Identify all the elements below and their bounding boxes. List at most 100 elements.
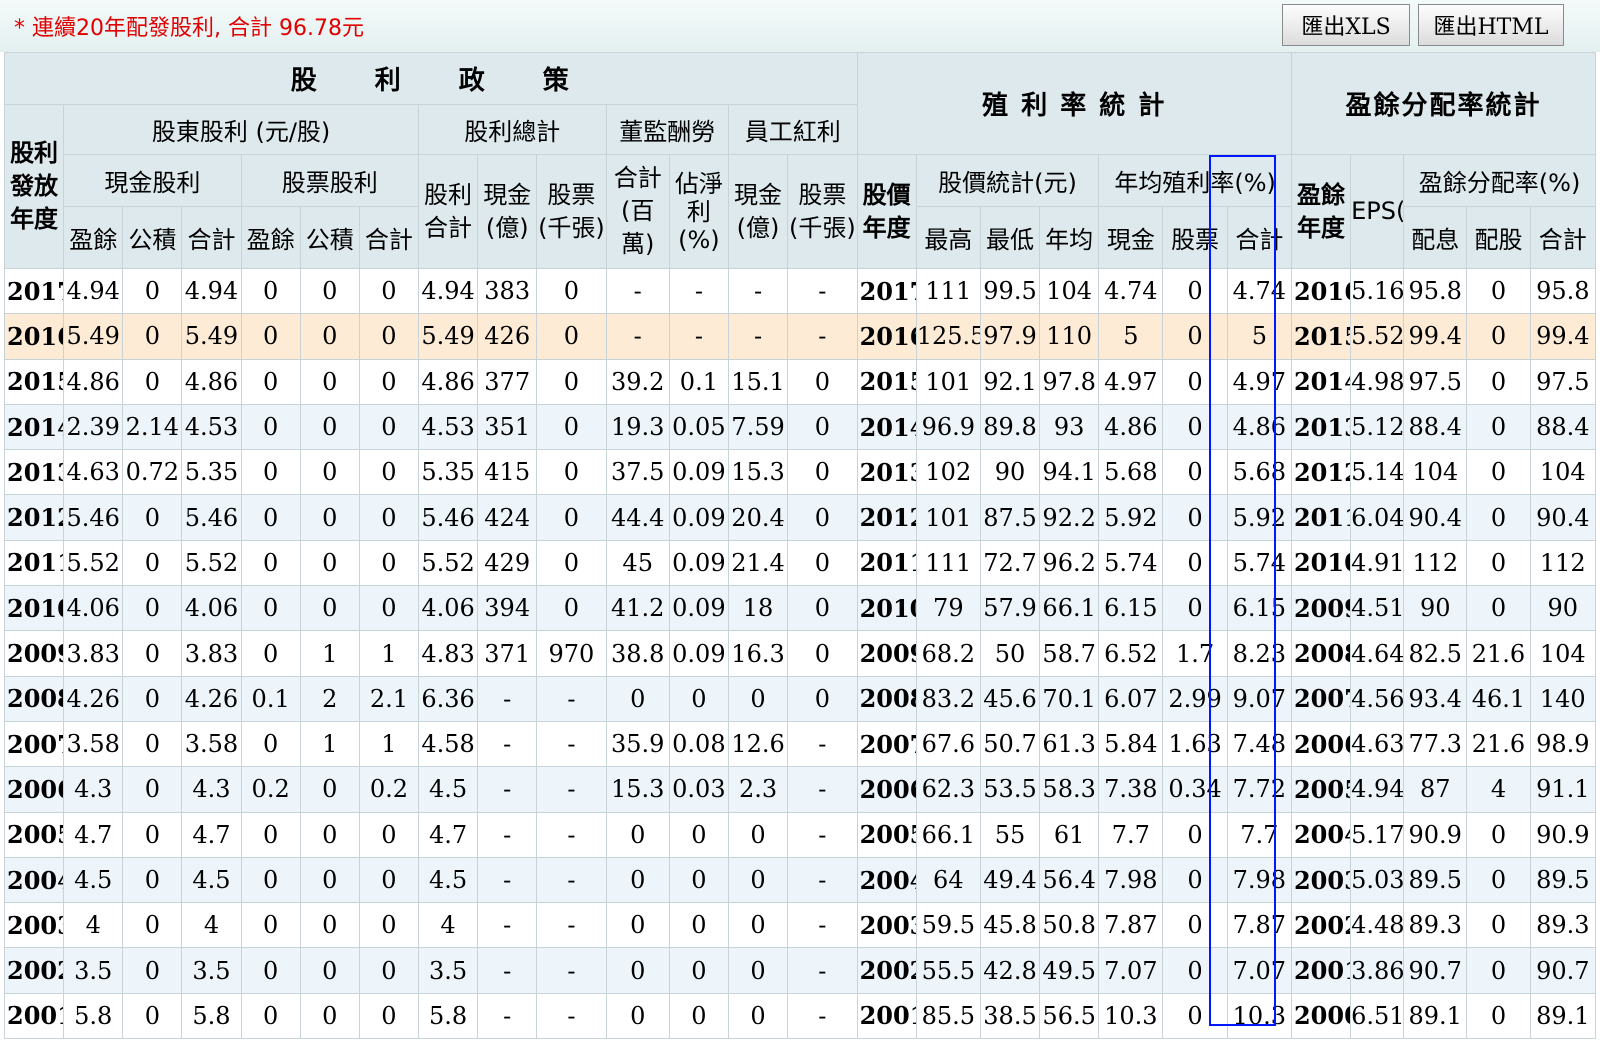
table-cell: 0 (240, 539, 301, 587)
table-cell: 4.51 (1350, 585, 1405, 632)
table-cell: 7.38 (1098, 766, 1164, 813)
table-cell: 4.53 (181, 403, 242, 451)
table-cell: 101 (915, 494, 981, 541)
table-cell: 7.87 (1098, 902, 1164, 949)
table-cell: - (668, 313, 729, 360)
table-cell: 0 (1466, 539, 1531, 587)
table-cell: 2017 (856, 267, 917, 315)
table-cell: 0 (122, 902, 183, 949)
table-row[interactable]: 20044.504.50004.5--000-20046449.456.47.9… (3, 856, 1597, 904)
table-cell: 5.35 (181, 449, 242, 496)
stock-earnings-header: 盈餘 (240, 206, 301, 269)
table-cell: 89.3 (1529, 902, 1597, 949)
table-cell: 0 (1466, 403, 1531, 451)
pct-net-income-header: 佔淨利(%) (668, 154, 729, 269)
table-cell: 2003 (3, 902, 65, 949)
table-row[interactable]: 20015.805.80005.8--000-200185.538.556.51… (3, 992, 1597, 1040)
export-xls-button[interactable]: 匯出XLS (1282, 4, 1410, 46)
table-row[interactable]: 20142.392.144.530004.53351019.30.057.590… (3, 403, 1597, 451)
table-cell: 5.8 (63, 992, 124, 1040)
table-cell: 0 (1466, 992, 1531, 1040)
table-cell: 0.08 (668, 720, 729, 768)
table-cell: 3.5 (63, 947, 124, 994)
table-cell: 5.92 (1226, 494, 1292, 541)
table-row[interactable]: 20165.4905.490005.494260----2016125.597.… (3, 313, 1597, 360)
table-row[interactable]: 20125.4605.460005.46424044.40.0920.40201… (3, 494, 1597, 541)
table-cell: 1.63 (1162, 720, 1228, 768)
table-cell: 5 (1098, 313, 1164, 360)
table-cell: 90.9 (1403, 811, 1468, 858)
table-cell: 2004 (3, 856, 65, 904)
table-cell: 5.92 (1098, 494, 1164, 541)
table-cell: 5.74 (1098, 539, 1164, 587)
table-row[interactable]: 20084.2604.260.122.16.36--0000200883.245… (3, 675, 1597, 722)
table-cell: 2015 (1290, 313, 1352, 360)
table-cell: 0.2 (240, 766, 301, 813)
table-cell: - (536, 902, 607, 949)
table-cell: - (787, 313, 858, 360)
table-cell: 5.16 (1350, 267, 1405, 315)
payout-ratio-header: 盈餘分配率(%) (1403, 154, 1596, 207)
table-cell: 4.5 (181, 856, 242, 904)
table-row[interactable]: 20034040004--000-200359.545.850.87.8707.… (3, 902, 1597, 949)
table-row[interactable]: 20093.8303.830114.8337197038.80.0916.302… (3, 630, 1597, 677)
table-cell: 4.74 (1226, 267, 1292, 315)
table-cell: 5.52 (417, 539, 479, 587)
table-cell: 0 (299, 811, 360, 858)
table-cell: 0 (1466, 811, 1531, 858)
table-cell: 96.2 (1039, 539, 1100, 587)
table-cell: 104 (1403, 449, 1468, 496)
table-cell: 3.5 (181, 947, 242, 994)
table-cell: 16.3 (727, 630, 789, 677)
table-cell: 2009 (3, 630, 65, 677)
table-row[interactable]: 20174.9404.940004.943830----201711199.51… (3, 267, 1597, 315)
table-cell: 111 (915, 267, 981, 315)
table-cell: 88.4 (1403, 403, 1468, 451)
table-cell: 0 (787, 630, 858, 677)
table-cell: - (787, 992, 858, 1040)
table-cell: 5.49 (181, 313, 242, 360)
table-cell: 44.4 (605, 494, 670, 541)
table-cell: 2001 (1290, 947, 1352, 994)
table-cell: 21.6 (1466, 720, 1531, 768)
table-cell: 4.86 (1226, 403, 1292, 451)
table-cell: 0 (1466, 313, 1531, 360)
table-cell: 99.5 (979, 267, 1041, 315)
table-cell: 0 (727, 856, 789, 904)
table-cell: 49.5 (1039, 947, 1100, 994)
table-row[interactable]: 20104.0604.060004.06394041.20.0918020107… (3, 585, 1597, 632)
table-cell: 99.4 (1529, 313, 1597, 360)
table-row[interactable]: 20115.5205.520005.524290450.0921.4020111… (3, 539, 1597, 587)
table-cell: 3.58 (63, 720, 124, 768)
table-row[interactable]: 20023.503.50003.5--000-200255.542.849.57… (3, 947, 1597, 994)
table-row[interactable]: 20154.8604.860004.86377039.20.115.102015… (3, 358, 1597, 405)
table-cell: 5.46 (181, 494, 242, 541)
table-cell: 0.05 (668, 403, 729, 451)
table-cell: 0 (240, 992, 301, 1040)
export-html-button[interactable]: 匯出HTML (1418, 4, 1564, 46)
table-cell: 0 (122, 766, 183, 813)
table-cell: 0 (1162, 358, 1228, 405)
table-cell: 0 (668, 856, 729, 904)
table-cell: 3.83 (181, 630, 242, 677)
table-cell: 2010 (3, 585, 65, 632)
table-cell: 0 (727, 675, 789, 722)
table-cell: 21.4 (727, 539, 789, 587)
table-cell: 4.5 (417, 856, 479, 904)
director-total-header: 合計(百萬) (605, 154, 670, 269)
table-cell: 15.3 (727, 449, 789, 496)
table-cell: 98.9 (1529, 720, 1597, 768)
table-cell: - (727, 313, 789, 360)
table-row[interactable]: 20073.5803.580114.58--35.90.0812.6-20076… (3, 720, 1597, 768)
table-cell: 49.4 (979, 856, 1041, 904)
table-row[interactable]: 20054.704.70004.7--000-200566.155617.707… (3, 811, 1597, 858)
table-cell: 2001 (3, 992, 65, 1040)
table-cell: - (477, 992, 538, 1040)
table-cell: 394 (477, 585, 538, 632)
table-cell: 0 (536, 449, 607, 496)
table-row[interactable]: 20064.304.30.200.24.5--15.30.032.3-20066… (3, 766, 1597, 813)
table-cell: 7.59 (727, 403, 789, 451)
table-row[interactable]: 20134.630.725.350005.35415037.50.0915.30… (3, 449, 1597, 496)
table-cell: 0 (240, 585, 301, 632)
table-cell: 0 (1162, 992, 1228, 1040)
